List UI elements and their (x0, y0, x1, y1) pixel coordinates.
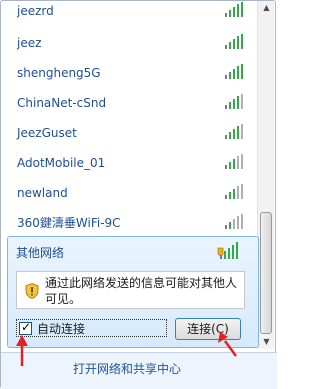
wifi-signal-icon (225, 34, 243, 49)
shield-warning-icon (25, 283, 39, 299)
footer: 打开网络和共享中心 (1, 353, 277, 389)
network-name: AdotMobile_01 (17, 156, 106, 170)
network-name: ChinaNet-cSnd (17, 96, 107, 110)
wifi-signal-icon (225, 184, 243, 199)
wifi-signal-icon (225, 124, 243, 139)
network-name: jeez (17, 36, 42, 50)
security-warning-text: 通过此网络发送的信息可能对其他人可见。 (45, 276, 238, 306)
network-item[interactable]: jeez (2, 29, 258, 59)
wifi-signal-icon (225, 64, 243, 79)
network-item[interactable]: ChinaNet-cSnd (2, 89, 258, 119)
checkbox[interactable]: ✓ (19, 320, 32, 335)
scrollbar-thumb[interactable] (260, 212, 272, 334)
network-name: JeezGuset (17, 126, 77, 140)
network-name: 360鍵濤垂WiFi-9C (17, 216, 121, 230)
selected-network-panel: 其他网络 通过此网络发送的信息可能对其他人可见。 ✓ 自动连接 连接(C) (7, 236, 259, 348)
checkmark-icon: ✓ (20, 320, 32, 334)
network-item[interactable]: shengheng5G (2, 59, 258, 89)
network-list-scrollbar[interactable]: ▲ ▼ (257, 1, 274, 349)
security-warning: 通过此网络发送的信息可能对其他人可见。 (16, 271, 245, 309)
network-name: jeezrd (17, 4, 54, 18)
network-item[interactable]: AdotMobile_01 (2, 149, 258, 179)
wifi-signal-warning-icon (217, 242, 238, 259)
network-item[interactable]: JeezGuset (2, 119, 258, 149)
scroll-down-icon[interactable]: ▼ (258, 335, 275, 349)
auto-connect-checkbox[interactable]: ✓ 自动连接 (16, 319, 167, 337)
network-item[interactable]: newland (2, 179, 258, 209)
network-name: shengheng5G (17, 66, 101, 80)
wifi-signal-icon (225, 214, 243, 229)
network-sharing-center-link[interactable]: 打开网络和共享中心 (73, 361, 181, 377)
connect-button[interactable]: 连接(C) (175, 318, 241, 340)
wifi-signal-icon (225, 94, 243, 109)
wireless-network-panel: jeezrd jeez shengheng5G ChinaNet-cSnd Je… (0, 0, 277, 389)
scroll-up-icon[interactable]: ▲ (258, 1, 275, 15)
selected-network-name: 其他网络 (16, 246, 65, 260)
network-name: newland (17, 186, 68, 200)
network-item[interactable]: 360鍵濤垂WiFi-9C (2, 209, 258, 239)
wifi-signal-icon (225, 154, 243, 169)
wifi-signal-icon (225, 2, 243, 17)
auto-connect-label: 自动连接 (37, 322, 86, 336)
network-item[interactable]: jeezrd (2, 0, 258, 27)
